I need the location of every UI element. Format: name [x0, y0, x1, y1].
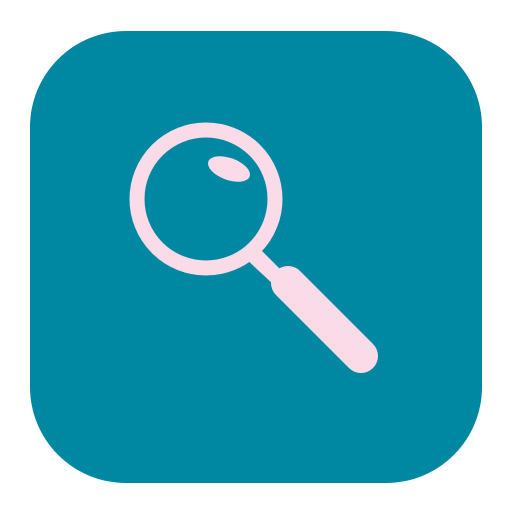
icon-canvas: [0, 0, 512, 512]
handle: [271, 266, 378, 373]
magnifying-glass-icon: [129, 122, 378, 373]
lens-highlight: [207, 156, 251, 182]
search-app-icon[interactable]: [30, 31, 482, 483]
